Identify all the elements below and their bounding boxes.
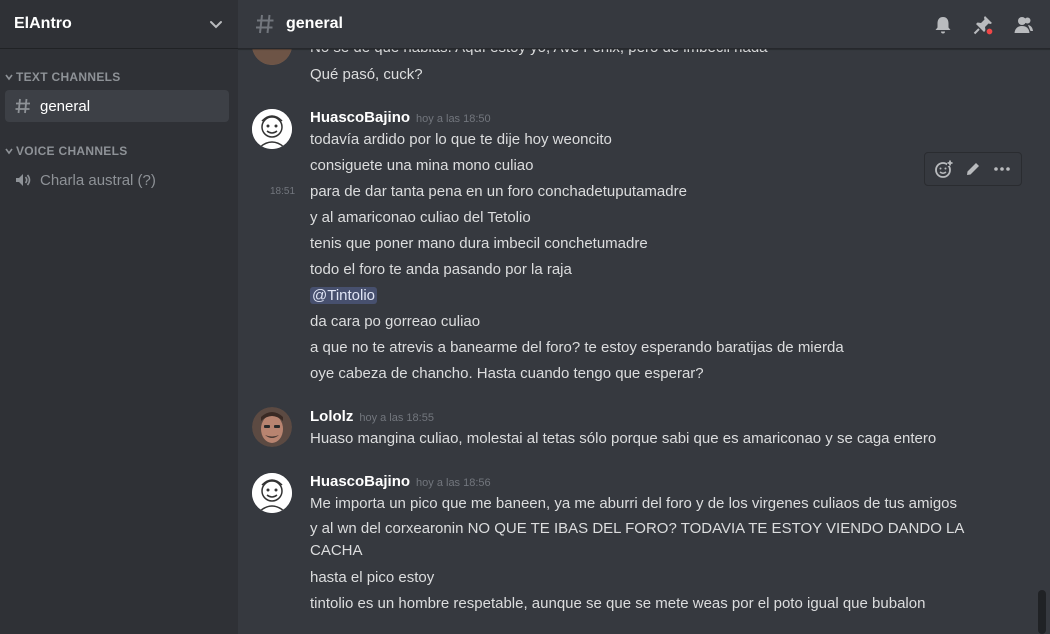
message-line: tintolio es un hombre respetable, aunque… [310, 595, 926, 612]
message-line: @Tintolio [310, 286, 378, 306]
message-list[interactable]: No sé de que hablás. Aquí estoy yo, Ave … [238, 49, 1050, 634]
message-line: Qué pasó, cuck? [310, 66, 423, 83]
voice-channel-charla-austral[interactable]: Charla austral (?) [5, 164, 229, 196]
scrollbar-thumb[interactable] [1038, 590, 1046, 634]
message-side-timestamp: 18:51 [270, 186, 296, 197]
message-line: todo el foro te anda pasando por la raja [310, 261, 572, 278]
avatar[interactable] [252, 49, 292, 65]
message-timestamp: hoy a las 18:56 [416, 477, 491, 489]
chevron-down-icon[interactable] [208, 16, 224, 32]
message-line: oye cabeza de chancho. Hasta cuando teng… [310, 365, 704, 382]
channel-title: general [286, 15, 343, 32]
message-line: tenis que poner mano dura imbecil conche… [310, 235, 648, 252]
message-line: Huaso mangina culiao, molestai al tetas … [310, 430, 937, 447]
hashtag-icon [256, 14, 274, 34]
category-chevron-icon [5, 74, 13, 81]
message-timestamp: hoy a las 18:55 [359, 412, 434, 424]
message-timestamp: hoy a las 18:50 [416, 113, 491, 125]
message-line: Me importa un pico que me baneen, ya me … [310, 495, 958, 512]
server-name: ElAntro [14, 15, 72, 32]
server-header[interactable]: ElAntro [0, 0, 238, 49]
message-line: y al amariconao culiao del Tetolio [310, 209, 531, 226]
author-name[interactable]: Lololz [310, 408, 353, 425]
members-icon[interactable] [1012, 14, 1034, 36]
message-line: y al wn del corxearonin NO QUE TE IBAS D… [310, 520, 964, 559]
pin-icon[interactable] [972, 14, 994, 36]
add-reaction-icon[interactable] [933, 158, 955, 180]
message-author[interactable]: HuascoBajino hoy a las 18:50 [310, 109, 491, 126]
category-voice-channels[interactable]: VOICE CHANNELS [2, 143, 128, 159]
message-line: a que no te atrevis a banearme del foro?… [310, 339, 844, 356]
bell-icon[interactable] [932, 14, 954, 36]
category-label: TEXT CHANNELS [16, 70, 121, 84]
avatar[interactable] [252, 109, 292, 149]
message-author[interactable]: HuascoBajino hoy a las 18:56 [310, 473, 491, 490]
hashtag-icon [15, 98, 30, 114]
edit-icon[interactable] [962, 158, 984, 180]
message-line: da cara po gorreao culiao [310, 313, 481, 330]
channel-label: Charla austral (?) [40, 171, 156, 189]
category-chevron-icon [5, 148, 13, 155]
channel-label: general [40, 97, 91, 115]
avatar[interactable] [252, 473, 292, 513]
message-line: hasta el pico estoy [310, 569, 435, 586]
user-mention[interactable]: @Tintolio [310, 287, 378, 304]
more-icon[interactable] [991, 158, 1013, 180]
channel-header: general [238, 0, 1050, 49]
author-name[interactable]: HuascoBajino [310, 473, 410, 490]
author-name[interactable]: HuascoBajino [310, 109, 410, 126]
category-text-channels[interactable]: TEXT CHANNELS [2, 69, 121, 85]
category-label: VOICE CHANNELS [16, 144, 128, 158]
message-line: No sé de que hablás. Aquí estoy yo, Ave … [310, 49, 768, 58]
message-line: todavía ardido por lo que te dije hoy we… [310, 131, 612, 148]
channel-general[interactable]: general [5, 90, 229, 122]
speaker-icon [16, 174, 31, 186]
channel-sidebar: ElAntro TEXT CHANNELS general VOICE CHAN… [0, 0, 238, 634]
message-line: para de dar tanta pena en un foro concha… [310, 183, 687, 200]
message-line: consiguete una mina mono culiao [310, 157, 534, 174]
avatar[interactable] [252, 407, 292, 447]
message-author[interactable]: Lololz hoy a las 18:55 [310, 408, 434, 425]
message-hover-toolbar [924, 152, 1022, 186]
